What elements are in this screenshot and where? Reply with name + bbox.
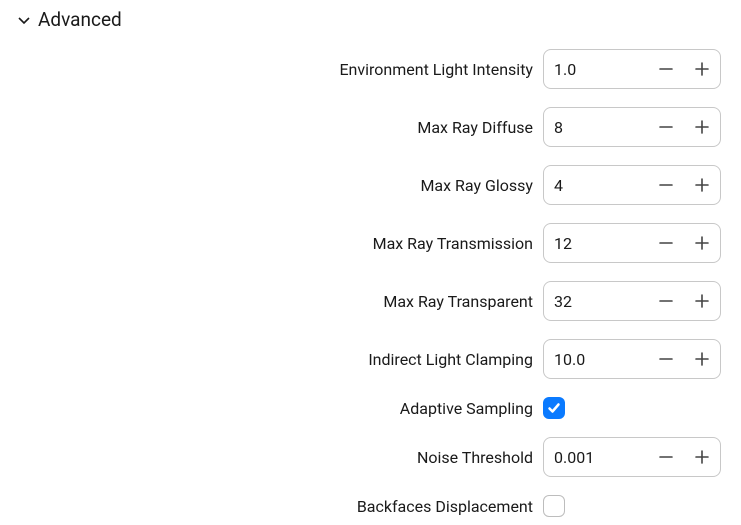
field-max-ray-transparent: Max Ray Transparent 32 [10,281,731,321]
checkbox-adaptive-sampling[interactable] [543,397,565,419]
minus-button[interactable] [648,438,684,476]
value-max-ray-transparent[interactable]: 32 [544,292,648,311]
check-icon [547,401,561,415]
plus-button[interactable] [684,108,720,146]
field-env-light-intensity: Environment Light Intensity 1.0 [10,49,731,89]
advanced-fields: Environment Light Intensity 1.0 Max Ray … [10,49,731,517]
section-title: Advanced [38,8,122,31]
value-noise-threshold[interactable]: 0.001 [544,448,648,467]
label-max-ray-transmission: Max Ray Transmission [373,234,533,253]
field-noise-threshold: Noise Threshold 0.001 [10,437,731,477]
field-indirect-light-clamping: Indirect Light Clamping 10.0 [10,339,731,379]
label-max-ray-diffuse: Max Ray Diffuse [417,118,533,137]
minus-button[interactable] [648,224,684,262]
value-max-ray-transmission[interactable]: 12 [544,234,648,253]
label-adaptive-sampling: Adaptive Sampling [400,399,533,418]
stepper-indirect-light-clamping[interactable]: 10.0 [543,339,721,379]
value-max-ray-diffuse[interactable]: 8 [544,118,648,137]
section-header-advanced[interactable]: Advanced [10,8,731,31]
value-env-light-intensity[interactable]: 1.0 [544,60,648,79]
label-max-ray-transparent: Max Ray Transparent [383,292,533,311]
label-env-light-intensity: Environment Light Intensity [339,60,533,79]
chevron-down-icon [16,12,32,28]
field-adaptive-sampling: Adaptive Sampling [10,397,731,419]
plus-button[interactable] [684,340,720,378]
value-indirect-light-clamping[interactable]: 10.0 [544,350,648,369]
stepper-noise-threshold[interactable]: 0.001 [543,437,721,477]
value-max-ray-glossy[interactable]: 4 [544,176,648,195]
minus-button[interactable] [648,166,684,204]
label-noise-threshold: Noise Threshold [417,448,533,467]
field-max-ray-glossy: Max Ray Glossy 4 [10,165,731,205]
plus-button[interactable] [684,224,720,262]
minus-button[interactable] [648,282,684,320]
label-backfaces-displacement: Backfaces Displacement [357,497,533,516]
label-indirect-light-clamping: Indirect Light Clamping [368,350,533,369]
stepper-env-light-intensity[interactable]: 1.0 [543,49,721,89]
label-max-ray-glossy: Max Ray Glossy [420,176,533,195]
minus-button[interactable] [648,108,684,146]
stepper-max-ray-diffuse[interactable]: 8 [543,107,721,147]
minus-button[interactable] [648,50,684,88]
stepper-max-ray-transparent[interactable]: 32 [543,281,721,321]
field-max-ray-transmission: Max Ray Transmission 12 [10,223,731,263]
plus-button[interactable] [684,50,720,88]
stepper-max-ray-glossy[interactable]: 4 [543,165,721,205]
checkbox-backfaces-displacement[interactable] [543,495,565,517]
plus-button[interactable] [684,438,720,476]
field-max-ray-diffuse: Max Ray Diffuse 8 [10,107,731,147]
plus-button[interactable] [684,166,720,204]
checkbox-container-adaptive-sampling [543,397,721,419]
stepper-max-ray-transmission[interactable]: 12 [543,223,721,263]
checkbox-container-backfaces-displacement [543,495,721,517]
plus-button[interactable] [684,282,720,320]
field-backfaces-displacement: Backfaces Displacement [10,495,731,517]
minus-button[interactable] [648,340,684,378]
